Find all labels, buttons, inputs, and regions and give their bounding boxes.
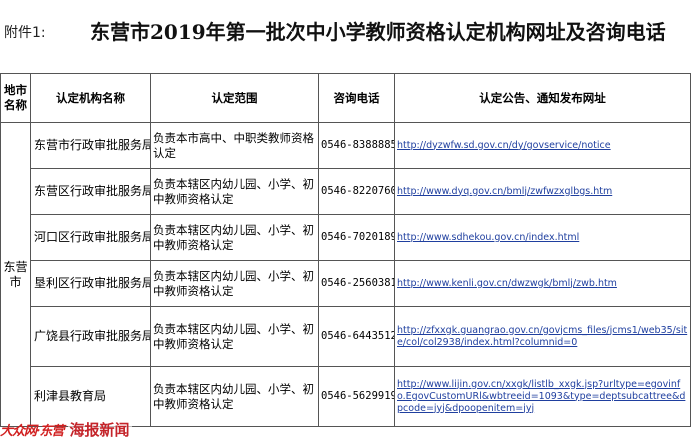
phone-number: 0546-8388885 bbox=[318, 122, 395, 169]
notice-link[interactable]: http://www.kenli.gov.cn/dwzwgk/bmlj/zwb.… bbox=[397, 278, 617, 289]
scope-text: 负责本辖区内幼儿园、小学、初中教师资格认定 bbox=[150, 260, 319, 307]
table-row: 河口区行政审批服务局 负责本辖区内幼儿园、小学、初中教师资格认定 0546-70… bbox=[1, 214, 691, 261]
org-name: 广饶县行政审批服务局 bbox=[30, 306, 151, 367]
url-cell: http://www.sdhekou.gov.cn/index.html bbox=[394, 214, 691, 261]
table-row: 东营区行政审批服务局 负责本辖区内幼儿园、小学、初中教师资格认定 0546-82… bbox=[1, 168, 691, 215]
header-phone: 咨询电话 bbox=[318, 73, 395, 123]
watermark: 大众网·东营 海报新闻 bbox=[0, 418, 160, 441]
scope-text: 负责本市高中、中职类教师资格认定 bbox=[150, 122, 319, 169]
table-row: 广饶县行政审批服务局 负责本辖区内幼儿园、小学、初中教师资格认定 0546-64… bbox=[1, 306, 691, 367]
notice-link[interactable]: http://www.dyq.gov.cn/bmlj/zwfwzxglbgs.h… bbox=[397, 186, 612, 197]
document-header: 附件1: 东营市2019年第一批次中小学教师资格认定机构网址及咨询电话 bbox=[0, 0, 700, 66]
notice-link[interactable]: http://zfxxgk.guangrao.gov.cn/govjcms_fi… bbox=[397, 325, 687, 348]
phone-number: 0546-7020189 bbox=[318, 214, 395, 261]
scope-text: 负责本辖区内幼儿园、小学、初中教师资格认定 bbox=[150, 306, 319, 367]
phone-number: 0546-6443512 bbox=[318, 306, 395, 367]
notice-link[interactable]: http://www.lijin.gov.cn/xxgk/listlb_xxgk… bbox=[397, 379, 685, 414]
org-name: 东营市行政审批服务局 bbox=[30, 122, 151, 169]
url-cell: http://www.dyq.gov.cn/bmlj/zwfwzxglbgs.h… bbox=[394, 168, 691, 215]
phone-number: 0546-5629919 bbox=[318, 366, 395, 427]
notice-link[interactable]: http://dyzwfw.sd.gov.cn/dy/govservice/no… bbox=[397, 140, 611, 151]
scope-text: 负责本辖区内幼儿园、小学、初中教师资格认定 bbox=[150, 168, 319, 215]
city-cell: 东营市 bbox=[0, 122, 31, 427]
scope-text: 负责本辖区内幼儿园、小学、初中教师资格认定 bbox=[150, 214, 319, 261]
org-name: 垦利区行政审批服务局 bbox=[30, 260, 151, 307]
url-cell: http://zfxxgk.guangrao.gov.cn/govjcms_fi… bbox=[394, 306, 691, 367]
scope-text: 负责本辖区内幼儿园、小学、初中教师资格认定 bbox=[150, 366, 319, 427]
header-org: 认定机构名称 bbox=[30, 73, 151, 123]
watermark-text: 海报新闻 bbox=[67, 419, 132, 440]
url-cell: http://www.lijin.gov.cn/xxgk/listlb_xxgk… bbox=[394, 366, 691, 427]
watermark-logo: 大众网·东营 bbox=[0, 424, 65, 439]
table-container: 地市名称 认定机构名称 认定范围 咨询电话 认定公告、通知发布网址 东营市 东营… bbox=[0, 73, 691, 427]
org-name: 东营区行政审批服务局 bbox=[30, 168, 151, 215]
phone-number: 0546-2560381 bbox=[318, 260, 395, 307]
institution-table: 地市名称 认定机构名称 认定范围 咨询电话 认定公告、通知发布网址 东营市 东营… bbox=[0, 73, 691, 427]
table-header-row: 地市名称 认定机构名称 认定范围 咨询电话 认定公告、通知发布网址 bbox=[0, 73, 691, 123]
notice-link[interactable]: http://www.sdhekou.gov.cn/index.html bbox=[397, 232, 579, 243]
header-city: 地市名称 bbox=[0, 73, 31, 123]
phone-number: 0546-8220760 bbox=[318, 168, 395, 215]
url-cell: http://www.kenli.gov.cn/dwzwgk/bmlj/zwb.… bbox=[394, 260, 691, 307]
table-row: 垦利区行政审批服务局 负责本辖区内幼儿园、小学、初中教师资格认定 0546-25… bbox=[1, 260, 691, 307]
url-cell: http://dyzwfw.sd.gov.cn/dy/govservice/no… bbox=[394, 122, 691, 169]
org-name: 河口区行政审批服务局 bbox=[30, 214, 151, 261]
table-row: 东营市 东营市行政审批服务局 负责本市高中、中职类教师资格认定 0546-838… bbox=[0, 122, 691, 427]
attachment-label: 附件1: bbox=[4, 25, 46, 41]
header-url: 认定公告、通知发布网址 bbox=[394, 73, 691, 123]
page-title: 东营市2019年第一批次中小学教师资格认定机构网址及咨询电话 bbox=[90, 20, 666, 44]
header-scope: 认定范围 bbox=[150, 73, 319, 123]
